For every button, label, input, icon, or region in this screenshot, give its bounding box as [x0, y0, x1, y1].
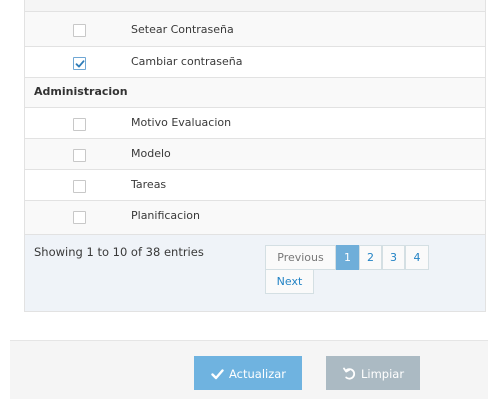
permission-label: Setear Contraseña	[131, 23, 234, 36]
group-header-row: Administracion	[25, 78, 485, 108]
checkmark-icon	[75, 60, 85, 68]
table-row: Planificacion	[25, 201, 485, 234]
permission-checkbox-checked[interactable]	[73, 57, 86, 70]
table-row: Cambiar contraseña	[25, 47, 485, 78]
pagination-previous[interactable]: Previous	[265, 245, 336, 270]
pagination-page-2[interactable]: 2	[359, 245, 382, 270]
pagination-page-1[interactable]: 1	[336, 245, 359, 270]
table-header-strip	[25, 0, 485, 12]
permission-label: Planificacion	[131, 209, 200, 222]
permission-label: Motivo Evaluacion	[131, 116, 232, 129]
permission-label: Modelo	[131, 147, 171, 160]
permission-label: Tareas	[131, 178, 167, 191]
permission-checkbox[interactable]	[73, 24, 86, 37]
permission-label: Cambiar contraseña	[131, 55, 243, 68]
table-row: Tareas	[25, 170, 485, 201]
undo-icon	[343, 357, 356, 404]
permission-checkbox[interactable]	[73, 118, 86, 131]
table-row: Setear Contraseña	[25, 12, 485, 47]
pagination-page-4[interactable]: 4	[405, 245, 429, 270]
check-icon	[211, 357, 224, 404]
table-row: Motivo Evaluacion	[25, 108, 485, 139]
clear-button-label: Limpiar	[361, 367, 405, 381]
group-title: Administracion	[34, 85, 128, 98]
permission-checkbox[interactable]	[73, 180, 86, 193]
permission-checkbox[interactable]	[73, 211, 86, 224]
pagination-page-3[interactable]: 3	[382, 245, 405, 270]
form-actions-bar: Actualizar Limpiar	[10, 340, 488, 399]
table-row: Modelo	[25, 139, 485, 170]
entries-info: Showing 1 to 10 of 38 entries	[34, 245, 204, 259]
permission-checkbox[interactable]	[73, 149, 86, 162]
update-button-label: Actualizar	[229, 367, 287, 381]
pagination-next[interactable]: Next	[265, 269, 314, 294]
clear-button[interactable]: Limpiar	[326, 356, 420, 390]
update-button[interactable]: Actualizar	[194, 356, 302, 390]
table-footer: Showing 1 to 10 of 38 entries Previous 1…	[25, 234, 485, 311]
permissions-panel: Setear Contraseña Cambiar contraseña Adm…	[24, 0, 486, 312]
